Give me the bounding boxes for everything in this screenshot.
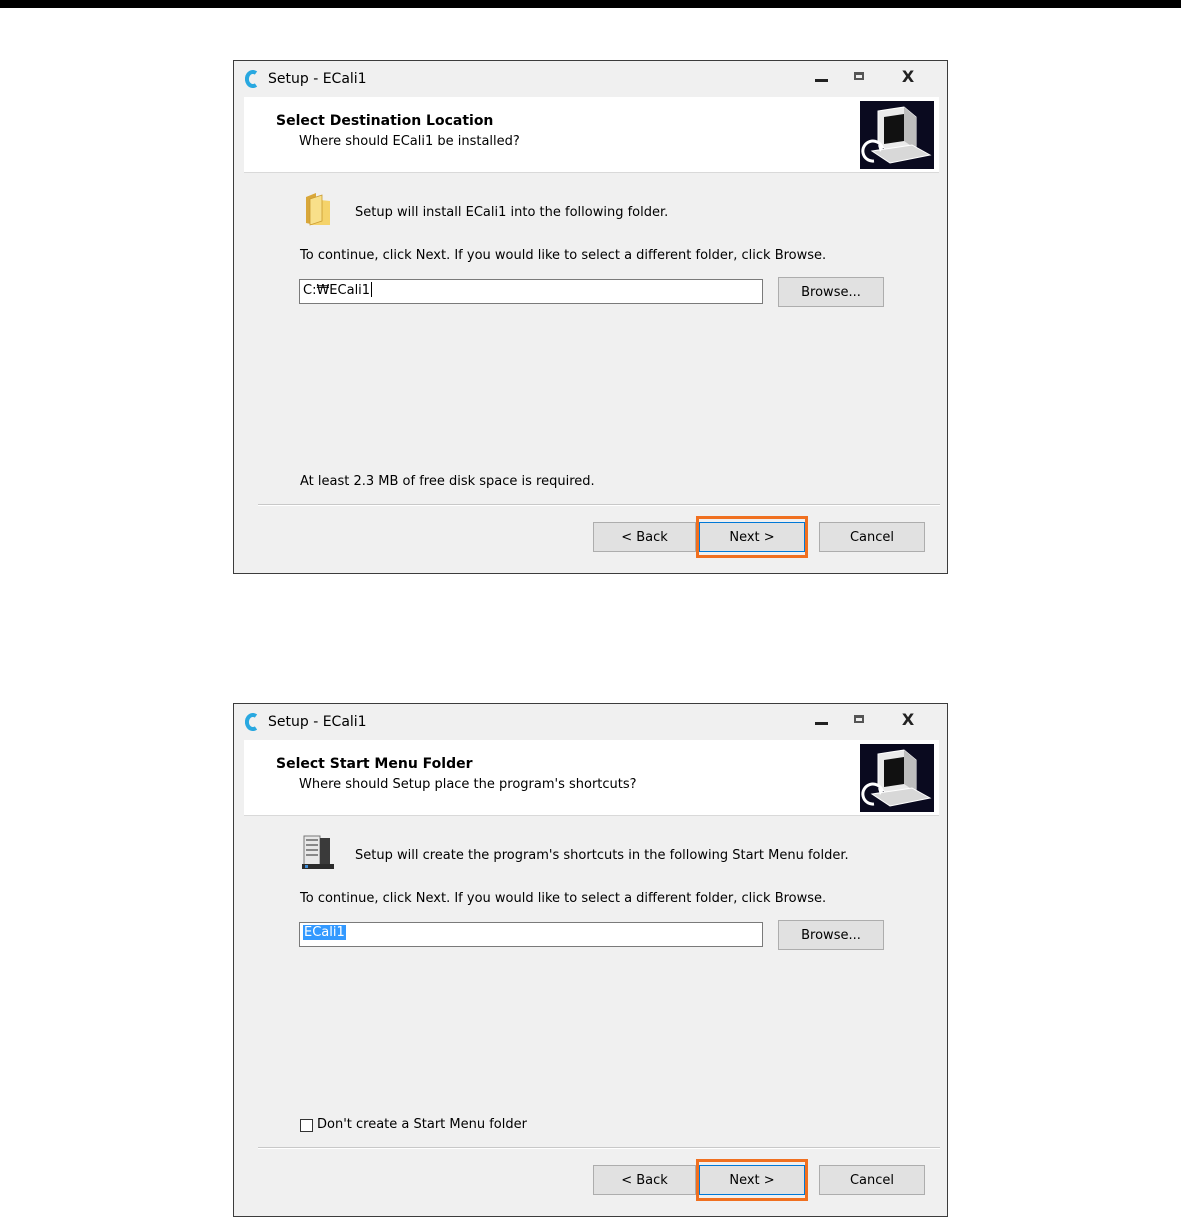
browse-button[interactable]: Browse... [778, 920, 884, 950]
wizard-body: Setup will install ECali1 into the follo… [244, 173, 939, 503]
intro-text: Setup will install ECali1 into the follo… [355, 205, 669, 220]
separator [258, 1147, 940, 1149]
maximize-icon [854, 72, 864, 80]
cancel-label: Cancel [849, 529, 895, 545]
page-title: Select Start Menu Folder [276, 756, 473, 772]
browse-label: Browse... [801, 927, 861, 943]
minimize-button[interactable] [802, 704, 840, 734]
text-caret [371, 282, 373, 297]
destination-path-value: C:₩ECali1 [303, 283, 371, 298]
close-button[interactable]: X [886, 704, 930, 734]
instruction-text: To continue, click Next. If you would li… [300, 248, 827, 263]
maximize-icon [854, 715, 864, 723]
no-start-menu-checkbox-row[interactable]: Don't create a Start Menu folder [300, 1116, 527, 1134]
minimize-button[interactable] [802, 61, 840, 91]
back-button[interactable]: < Back [593, 522, 696, 552]
back-button[interactable]: < Back [593, 1165, 696, 1195]
back-label: < Back [621, 529, 668, 545]
maximize-button[interactable] [840, 61, 878, 91]
titlebar[interactable]: Setup - ECali1 X [234, 704, 947, 740]
top-rule [0, 0, 1181, 8]
wizard-body: Setup will create the program's shortcut… [244, 816, 939, 1146]
folder-icon [306, 193, 330, 226]
intro-text: Setup will create the program's shortcut… [355, 848, 849, 863]
start-menu-folder-input[interactable]: ECali1 [299, 922, 763, 947]
page-subtitle: Where should Setup place the program's s… [299, 777, 637, 792]
back-label: < Back [621, 1172, 668, 1188]
next-label: Next > [729, 529, 775, 545]
window-title: Setup - ECali1 [268, 714, 367, 730]
next-button[interactable]: Next > [699, 1165, 805, 1195]
app-icon [245, 713, 258, 731]
installer-computer-icon [860, 744, 934, 812]
disk-space-note: At least 2.3 MB of free disk space is re… [300, 474, 595, 489]
setup-dialog-destination: Setup - ECali1 X Select Destination Loca… [233, 60, 948, 574]
next-button[interactable]: Next > [699, 522, 805, 552]
window-title: Setup - ECali1 [268, 71, 367, 87]
titlebar[interactable]: Setup - ECali1 X [234, 61, 947, 97]
cancel-label: Cancel [849, 1172, 895, 1188]
wizard-header: Select Destination Location Where should… [244, 97, 939, 173]
minimize-icon [814, 78, 828, 82]
no-start-menu-label: Don't create a Start Menu folder [317, 1117, 527, 1132]
installer-computer-icon [860, 101, 934, 169]
cancel-button[interactable]: Cancel [819, 522, 925, 552]
close-icon: X [901, 66, 915, 86]
page-title: Select Destination Location [276, 113, 494, 129]
start-menu-folder-value: ECali1 [303, 925, 346, 940]
start-menu-folder-icon [302, 835, 334, 869]
browse-label: Browse... [801, 284, 861, 300]
next-label: Next > [729, 1172, 775, 1188]
maximize-button[interactable] [840, 704, 878, 734]
destination-path-input[interactable]: C:₩ECali1 [299, 279, 763, 304]
close-button[interactable]: X [886, 61, 930, 91]
separator [258, 504, 940, 506]
close-icon: X [901, 709, 915, 729]
page-subtitle: Where should ECali1 be installed? [299, 134, 520, 149]
app-icon [245, 70, 258, 88]
wizard-header: Select Start Menu Folder Where should Se… [244, 740, 939, 816]
setup-dialog-start-menu: Setup - ECali1 X Select Start Menu Folde… [233, 703, 948, 1217]
browse-button[interactable]: Browse... [778, 277, 884, 307]
instruction-text: To continue, click Next. If you would li… [300, 891, 827, 906]
cancel-button[interactable]: Cancel [819, 1165, 925, 1195]
minimize-icon [814, 721, 828, 725]
no-start-menu-checkbox[interactable] [300, 1118, 313, 1132]
